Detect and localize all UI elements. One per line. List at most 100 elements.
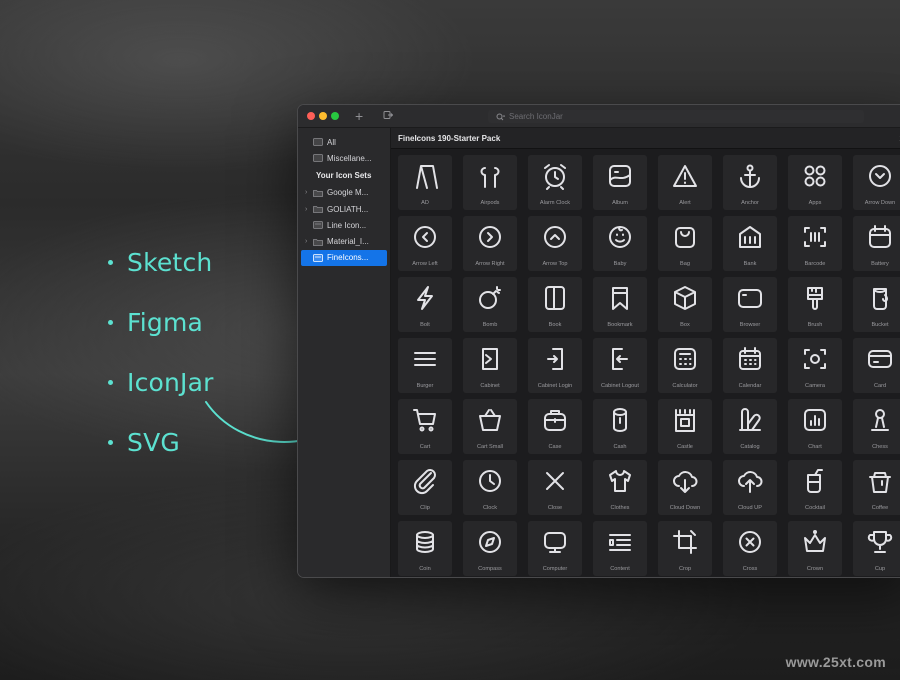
icon-tile[interactable]: Cabinet Login	[528, 338, 582, 393]
icon-caption: Bucket	[871, 322, 889, 328]
content-icon	[609, 534, 631, 551]
arrow-down-icon	[869, 165, 891, 187]
icon-tile[interactable]: Browser	[723, 277, 777, 332]
barcode-icon	[804, 227, 826, 247]
icon-tile[interactable]: Book	[528, 277, 582, 332]
clip-icon	[413, 469, 436, 495]
icon-tile[interactable]: Case	[528, 399, 582, 454]
icon-tile[interactable]: Anchor	[723, 155, 777, 210]
icon-tile[interactable]: Close	[528, 460, 582, 515]
icon-tile[interactable]: Bag	[658, 216, 712, 271]
icon-tile[interactable]: Chess	[853, 399, 900, 454]
chevron-right-icon[interactable]: ›	[305, 189, 313, 196]
icon-tile[interactable]: AD	[398, 155, 452, 210]
icon-tile[interactable]: Cash	[593, 399, 647, 454]
icon-tile[interactable]: Album	[593, 155, 647, 210]
icon-caption: Alarm Clock	[539, 200, 571, 206]
icon-tile[interactable]: Bolt	[398, 277, 452, 332]
card-icon	[868, 350, 892, 368]
icon-tile[interactable]: Arrow Down	[853, 155, 900, 210]
close-window-button[interactable]	[307, 112, 315, 120]
icon-tile[interactable]: Cabinet Logout	[593, 338, 647, 393]
bag-icon	[675, 227, 695, 248]
add-button[interactable]: +	[355, 108, 363, 124]
icon-caption: Apps	[808, 200, 822, 206]
icon-tile[interactable]: Brush	[788, 277, 842, 332]
feature-item: Sketch	[108, 232, 214, 292]
icon-tile[interactable]: Airpods	[463, 155, 517, 210]
icon-tile[interactable]: Cloud Down	[658, 460, 712, 515]
icon-tile[interactable]: Coffee	[853, 460, 900, 515]
cup-icon	[867, 531, 893, 553]
icon-tile[interactable]: Arrow Left	[398, 216, 452, 271]
sidebar-item-miscellaneous[interactable]: Miscellane...	[298, 150, 390, 166]
icon-caption: Baby	[613, 261, 627, 267]
case-icon	[544, 410, 566, 431]
sidebar-item-label: Miscellane...	[327, 153, 372, 163]
cabinet-logout-icon	[612, 348, 628, 370]
browser-icon	[738, 289, 762, 308]
icon-tile[interactable]: Crop	[658, 521, 712, 576]
icon-caption: Brush	[807, 322, 823, 328]
zoom-window-button[interactable]	[331, 112, 339, 120]
icon-tile[interactable]: Computer	[528, 521, 582, 576]
sidebar-item-fineicons[interactable]: FineIcons...	[301, 249, 387, 267]
icon-tile[interactable]: Bookmark	[593, 277, 647, 332]
icon-tile[interactable]: Cocktail	[788, 460, 842, 515]
icon-tile[interactable]: Cart Small	[463, 399, 517, 454]
icon-tile[interactable]: Clip	[398, 460, 452, 515]
icon-tile[interactable]: Cup	[853, 521, 900, 576]
icon-tile[interactable]: Card	[853, 338, 900, 393]
icon-tile[interactable]: Cloud UP	[723, 460, 777, 515]
icon-tile[interactable]: Clock	[463, 460, 517, 515]
icon-tile[interactable]: Apps	[788, 155, 842, 210]
icon-tile[interactable]: Calendar	[723, 338, 777, 393]
icon-tile[interactable]: Bomb	[463, 277, 517, 332]
icon-tile[interactable]: Compass	[463, 521, 517, 576]
icon-tile[interactable]: Arrow Top	[528, 216, 582, 271]
icon-tile[interactable]: Clothes	[593, 460, 647, 515]
search-bar[interactable]	[488, 110, 864, 123]
sidebar-item-line-icons[interactable]: Line Icon...	[298, 217, 390, 233]
icon-caption: Close	[547, 505, 563, 511]
export-icon[interactable]	[383, 108, 394, 124]
icon-tile[interactable]: Baby	[593, 216, 647, 271]
alarm-clock-icon	[544, 164, 566, 190]
sidebar-item-goliath[interactable]: › GOLIATH...	[298, 201, 390, 217]
icon-browser: FineIcons 190-Starter Pack 19 ADAirpodsA…	[391, 128, 900, 577]
icon-tile[interactable]: Bank	[723, 216, 777, 271]
icon-tile[interactable]: Camera	[788, 338, 842, 393]
sidebar-item-material-icons[interactable]: › Material_I...	[298, 233, 390, 249]
icon-tile[interactable]: Cross	[723, 521, 777, 576]
sidebar-item-google-material[interactable]: › Google M...	[298, 185, 390, 201]
icon-tile[interactable]: Catalog	[723, 399, 777, 454]
icon-caption: Catalog	[740, 444, 760, 450]
icon-tile[interactable]: Burger	[398, 338, 452, 393]
icon-tile[interactable]: Cabinet	[463, 338, 517, 393]
chevron-right-icon[interactable]: ›	[305, 206, 313, 213]
icon-tile[interactable]: Cart	[398, 399, 452, 454]
icon-tile[interactable]: Alarm Clock	[528, 155, 582, 210]
chevron-right-icon[interactable]: ›	[305, 238, 313, 245]
icon-tile[interactable]: Barcode	[788, 216, 842, 271]
icon-caption: Browser	[739, 322, 761, 328]
icon-tile[interactable]: Content	[593, 521, 647, 576]
tray-icon	[313, 154, 323, 163]
icon-tile[interactable]: Bucket	[853, 277, 900, 332]
icon-tile[interactable]: Crown	[788, 521, 842, 576]
icon-tile[interactable]: Castle	[658, 399, 712, 454]
icon-tile[interactable]: Chart	[788, 399, 842, 454]
minimize-window-button[interactable]	[319, 112, 327, 120]
icon-tile[interactable]: Arrow Right	[463, 216, 517, 271]
icon-caption: Cash	[613, 444, 627, 450]
icon-tile[interactable]: Alert	[658, 155, 712, 210]
sidebar-item-all[interactable]: All	[298, 134, 390, 150]
icon-tile[interactable]: Coin	[398, 521, 452, 576]
arrow-right-icon	[479, 226, 501, 248]
search-input[interactable]	[509, 112, 809, 121]
feature-label: Figma	[127, 307, 204, 337]
cart-icon	[413, 409, 436, 432]
icon-tile[interactable]: Calculator	[658, 338, 712, 393]
icon-tile[interactable]: Battery	[853, 216, 900, 271]
icon-tile[interactable]: Box	[658, 277, 712, 332]
